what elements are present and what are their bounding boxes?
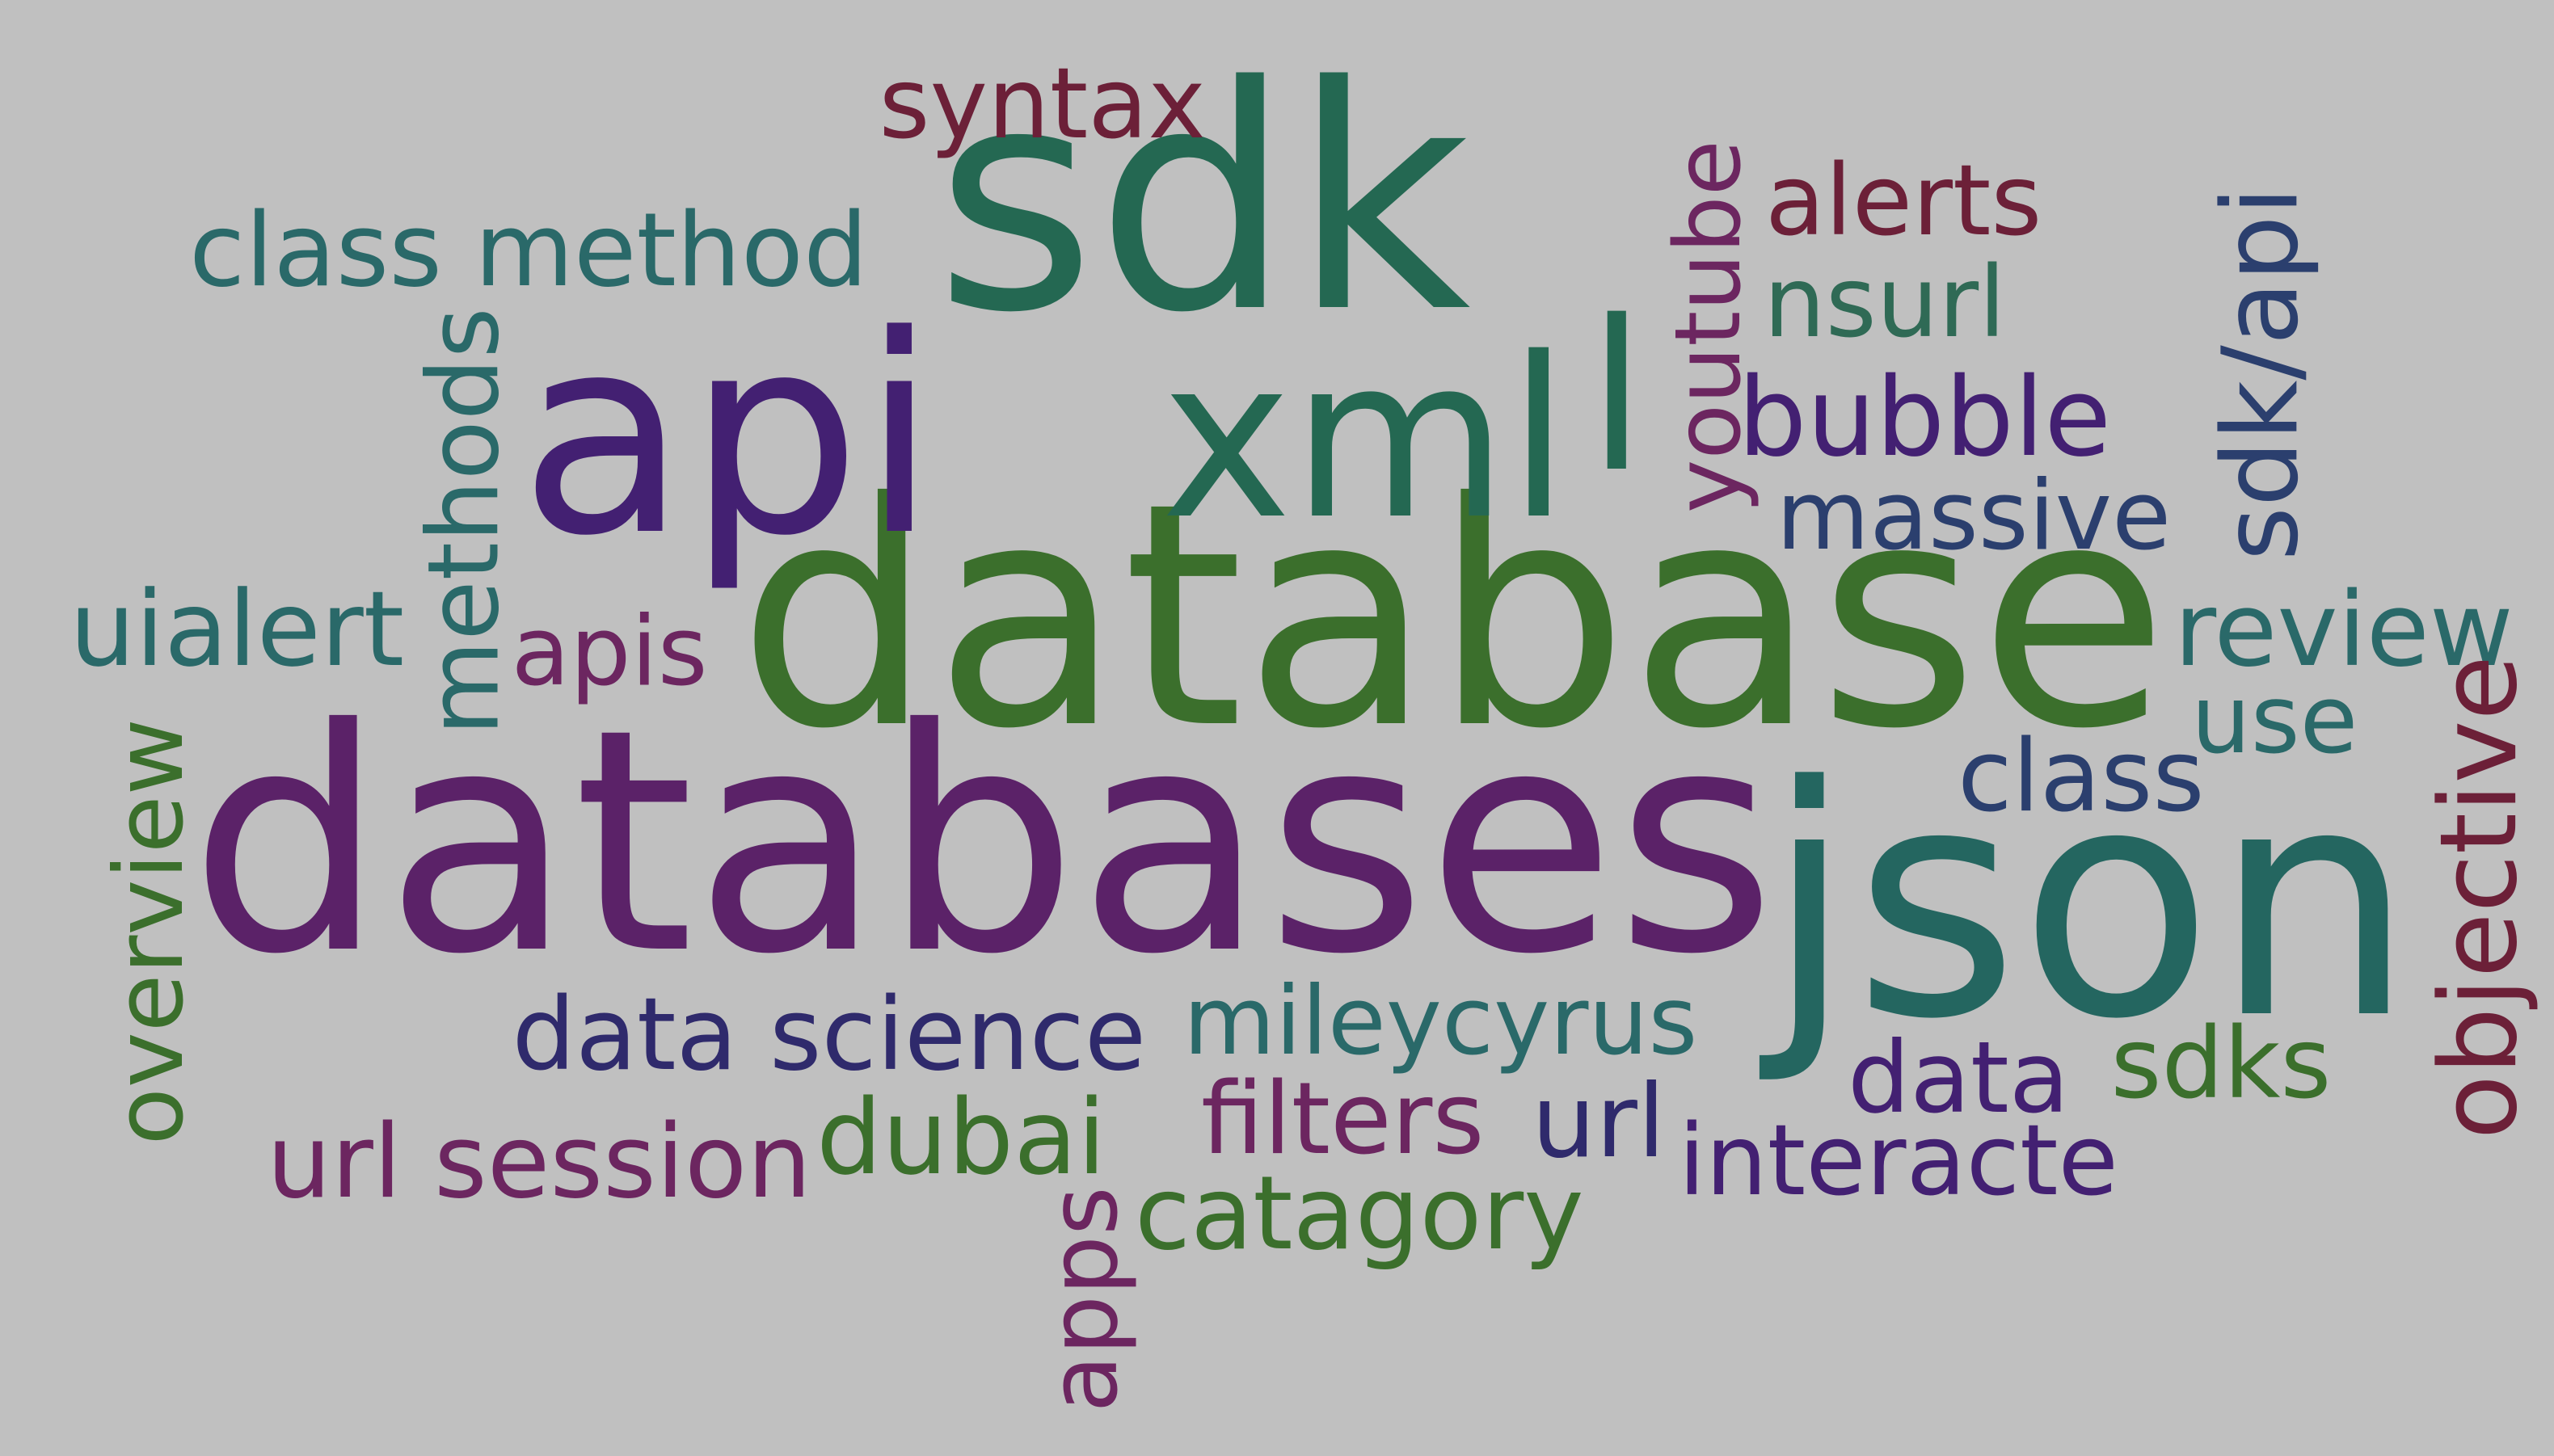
word-apis: apis <box>511 595 708 708</box>
word-url-session: url session <box>267 1102 812 1221</box>
word-dubai: dubai <box>816 1078 1106 1198</box>
word-xml: xml <box>1161 309 1570 568</box>
word-cloud: databases database api sdk xml json l sy… <box>0 0 2554 1456</box>
word-apps: apps <box>1029 1185 1139 1412</box>
word-use: use <box>2191 665 2358 775</box>
word-massive: massive <box>1776 460 2172 572</box>
word-sdks: sdks <box>2110 1006 2332 1121</box>
word-sdk-api: sdk/api <box>2200 186 2322 561</box>
word-objective: objective <box>2417 654 2541 1139</box>
word-uialert: uialert <box>70 569 405 690</box>
word-api: api <box>519 276 938 595</box>
word-bubble: bubble <box>1738 353 2112 481</box>
word-overview: overview <box>95 717 204 1146</box>
word-l: l <box>1587 275 1646 518</box>
word-nsurl: nsurl <box>1764 245 2006 360</box>
word-alerts: alerts <box>1765 143 2042 258</box>
word-interacte: interacte <box>1678 1103 2119 1218</box>
word-class-method: class method <box>189 191 869 309</box>
word-class: class <box>1958 718 2205 835</box>
word-data-science: data science <box>512 977 1147 1093</box>
word-mileycyrus: mileycyrus <box>1183 965 1698 1076</box>
word-syntax: syntax <box>879 46 1207 161</box>
word-methods: methods <box>407 306 521 736</box>
word-catagory: catagory <box>1135 1154 1584 1273</box>
